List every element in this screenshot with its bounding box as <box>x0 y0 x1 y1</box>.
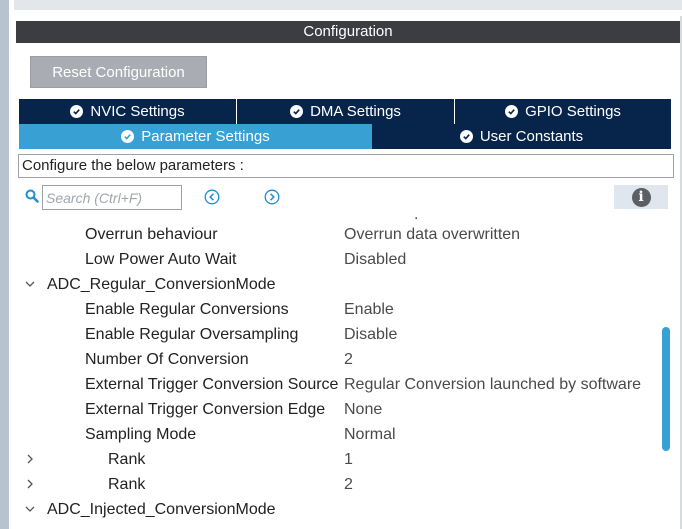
left-rail <box>0 0 9 529</box>
param-row[interactable]: Enable Regular Conversions Enable <box>18 297 660 322</box>
group-row[interactable]: ADC_Injected_ConversionMode <box>18 497 660 522</box>
tab-label: User Constants <box>479 128 584 145</box>
param-name: Number Of Conversion <box>85 351 249 368</box>
param-value: Regular Conversion launched by software <box>344 376 642 393</box>
param-value: 2 <box>344 476 353 493</box>
chevron-right-icon[interactable] <box>24 478 36 490</box>
tab-gpio-settings[interactable]: GPIO Settings <box>455 99 671 124</box>
param-name: Sampling Mode <box>85 426 197 443</box>
param-value: Enable <box>344 301 394 318</box>
group-name: ADC_Injected_ConversionMode <box>47 501 276 518</box>
chevron-left-circle-icon[interactable] <box>204 189 220 205</box>
param-name: Rank <box>108 451 146 468</box>
tab-user-constants[interactable]: User Constants <box>372 124 671 149</box>
chevron-right-icon[interactable] <box>24 453 36 465</box>
tab-parameter-settings[interactable]: Parameter Settings <box>19 124 372 149</box>
tree-scrollbar[interactable] <box>660 214 672 529</box>
check-circle-icon <box>70 105 84 118</box>
param-name: Rank <box>108 476 146 493</box>
rank-row[interactable]: Rank 2 <box>18 472 660 497</box>
tab-nvic-settings[interactable]: NVIC Settings <box>19 99 237 124</box>
param-value: Normal <box>344 426 396 443</box>
left-rail-divider <box>9 0 11 529</box>
param-row[interactable]: Overrun behaviour Overrun data overwritt… <box>18 222 660 247</box>
scrollbar-thumb[interactable] <box>662 327 670 451</box>
settings-tabs: NVIC Settings DMA Settings GPIO Settings… <box>19 99 671 149</box>
tab-label: NVIC Settings <box>90 103 185 120</box>
reset-configuration-button[interactable]: Reset Configuration <box>30 56 207 88</box>
param-name: Enable Regular Oversampling <box>85 326 299 343</box>
chevron-down-icon[interactable] <box>24 503 36 515</box>
info-button[interactable]: i <box>614 185 668 209</box>
param-value: 1 <box>344 451 353 468</box>
check-circle-icon <box>505 105 519 118</box>
tab-label: DMA Settings <box>310 103 401 120</box>
parameter-tree: . Overrun behaviour Overrun data overwri… <box>18 214 660 529</box>
info-icon: i <box>631 187 651 207</box>
configure-prompt: Configure the below parameters : <box>18 154 674 178</box>
configuration-header: Configuration <box>16 21 680 43</box>
tab-label: GPIO Settings <box>525 103 621 120</box>
check-circle-icon <box>290 105 304 118</box>
group-name: ADC_Regular_ConversionMode <box>47 276 276 293</box>
param-row[interactable]: External Trigger Conversion Edge None <box>18 397 660 422</box>
param-value: None <box>344 401 383 418</box>
param-name: Overrun behaviour <box>85 226 218 243</box>
group-row[interactable]: ADC_Regular_ConversionMode <box>18 272 660 297</box>
param-value: Disable <box>344 326 398 343</box>
rank-row[interactable]: Rank 1 <box>18 447 660 472</box>
param-name: External Trigger Conversion Edge <box>85 401 326 418</box>
tab-dma-settings[interactable]: DMA Settings <box>237 99 455 124</box>
param-name: Enable Regular Conversions <box>85 301 289 318</box>
param-value: 2 <box>344 351 353 368</box>
tab-label: Parameter Settings <box>141 128 270 145</box>
top-strip-spacer <box>14 10 682 16</box>
chevron-down-icon[interactable] <box>24 278 36 290</box>
param-name: External Trigger Conversion Source <box>85 376 339 393</box>
param-row[interactable]: Low Power Auto Wait Disabled <box>18 247 660 272</box>
param-row[interactable]: Number Of Conversion 2 <box>18 347 660 372</box>
param-row[interactable]: Enable Regular Oversampling Disable <box>18 322 660 347</box>
param-value: Disabled <box>344 251 407 268</box>
param-row[interactable]: Sampling Mode Normal <box>18 422 660 447</box>
check-circle-icon <box>121 130 135 143</box>
param-name: Low Power Auto Wait <box>85 251 237 268</box>
chevron-right-circle-icon[interactable] <box>264 189 280 205</box>
param-row[interactable]: External Trigger Conversion Source Regul… <box>18 372 660 397</box>
param-value: Overrun data overwritten <box>344 226 521 243</box>
search-icon <box>25 189 39 203</box>
check-circle-icon <box>459 130 473 143</box>
search-input[interactable] <box>42 185 182 210</box>
